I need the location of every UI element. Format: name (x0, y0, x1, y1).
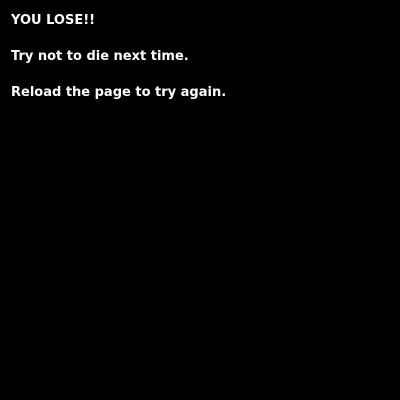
lose-title: YOU LOSE!! (11, 13, 96, 28)
lose-message: Try not to die next time. (11, 49, 189, 64)
game-over-screen: YOU LOSE!! Try not to die next time. Rel… (0, 0, 400, 400)
reload-instruction: Reload the page to try again. (11, 85, 227, 100)
